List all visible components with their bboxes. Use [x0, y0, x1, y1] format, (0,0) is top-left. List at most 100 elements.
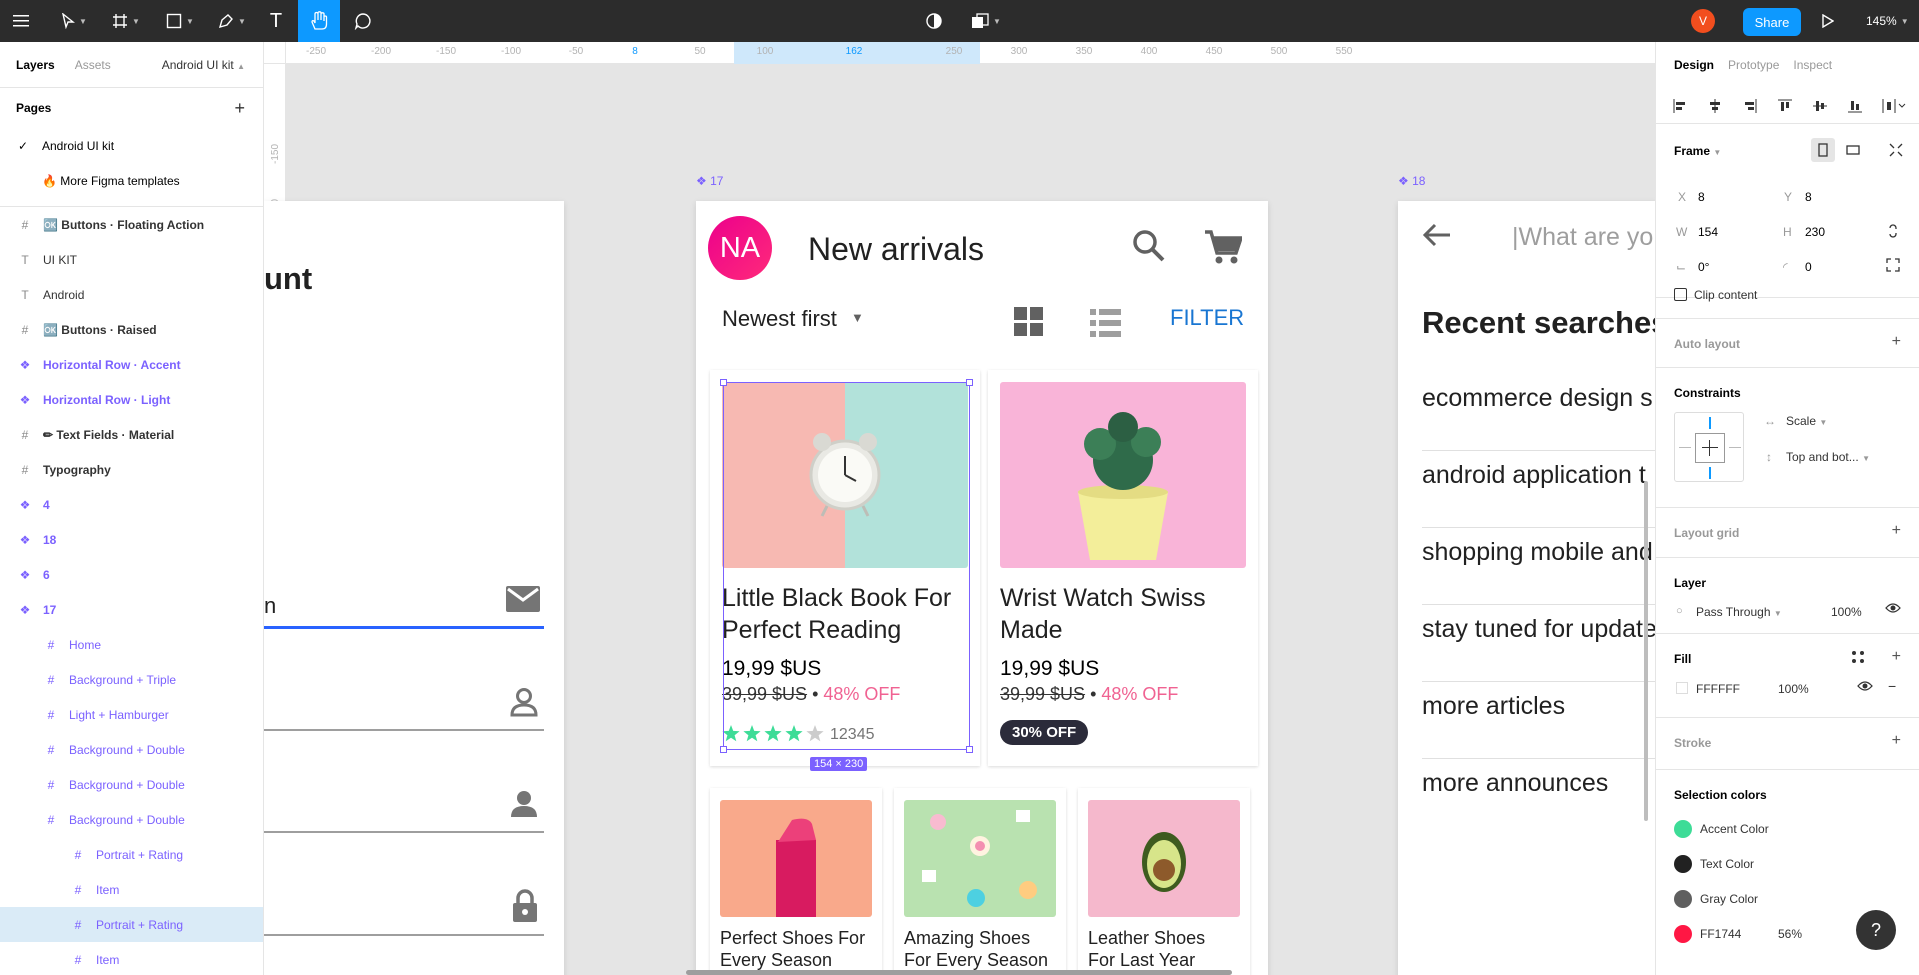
eye-icon[interactable] [1857, 680, 1873, 695]
clip-content-checkbox[interactable] [1674, 288, 1687, 301]
frame-create-account[interactable]: unt n [264, 201, 564, 975]
move-tool-icon[interactable]: ▼ [54, 0, 94, 42]
page-item-android-ui-kit[interactable]: ✓ Android UI kit [0, 128, 263, 163]
contrast-icon[interactable] [922, 0, 946, 42]
y-input[interactable]: 8 [1805, 190, 1812, 204]
constraint-right[interactable] [1729, 447, 1741, 448]
layer-row[interactable]: # Typography [0, 452, 263, 487]
constraint-center-h[interactable] [1702, 447, 1718, 448]
shape-tool-icon[interactable]: ▼ [160, 0, 200, 42]
vertical-constraint-select[interactable]: Top and bot... ▼ [1786, 450, 1870, 464]
product-card[interactable]: Leather Shoes For Last Year [1078, 788, 1250, 975]
layer-row[interactable]: # Background + Double [0, 732, 263, 767]
distribute-icon[interactable] [1880, 96, 1908, 116]
recent-search-item[interactable]: more articles [1422, 682, 1655, 759]
layer-row[interactable]: ❖ 17 [0, 592, 263, 627]
product-card[interactable]: Amazing Shoes For Every Season [894, 788, 1066, 975]
file-name-dropdown[interactable]: Android UI kit ▲ [162, 58, 245, 72]
horizontal-scrollbar[interactable] [686, 970, 1232, 975]
sort-dropdown[interactable]: Newest first ▼ [722, 306, 864, 332]
layer-row[interactable]: # ✏ Text Fields · Material [0, 417, 263, 452]
present-icon[interactable] [1818, 0, 1838, 42]
recent-search-item[interactable]: android application t [1422, 451, 1655, 528]
tab-layers[interactable]: Layers [16, 58, 55, 72]
share-button[interactable]: Share [1743, 8, 1801, 36]
list-view-icon[interactable] [1090, 309, 1122, 342]
product-card[interactable]: Wrist Watch Swiss Made 19,99 $US 39,99 $U… [988, 370, 1258, 766]
help-button[interactable]: ? [1856, 910, 1896, 950]
pen-tool-icon[interactable]: ▼ [212, 0, 252, 42]
color-swatch[interactable] [1674, 855, 1692, 873]
zoom-dropdown[interactable]: 145% ▼ [1866, 0, 1909, 42]
constrain-proportions-icon[interactable] [1888, 223, 1898, 242]
tab-assets[interactable]: Assets [75, 58, 111, 72]
layer-row[interactable]: # Portrait + Rating [0, 907, 263, 942]
blend-mode-select[interactable]: Pass Through ▼ [1696, 605, 1782, 619]
remove-fill-icon[interactable]: − [1888, 678, 1896, 694]
scrollbar[interactable] [1644, 481, 1648, 821]
page-item-more-templates[interactable]: 🔥 More Figma templates [0, 163, 263, 198]
radius-input[interactable]: 0 [1805, 260, 1812, 274]
layer-opacity-input[interactable]: 100% [1831, 605, 1862, 619]
layer-row[interactable]: # 🆗 Buttons · Floating Action [0, 207, 263, 242]
layer-row[interactable]: # Light + Hamburger [0, 697, 263, 732]
landscape-icon[interactable] [1841, 138, 1865, 162]
x-input[interactable]: 8 [1698, 190, 1705, 204]
frame-new-arrivals[interactable]: NA New arrivals Newest first ▼ FILTER Li… [696, 201, 1268, 975]
constraint-bottom[interactable] [1709, 467, 1711, 479]
width-input[interactable]: 154 [1698, 225, 1718, 239]
recent-search-item[interactable]: shopping mobile and [1422, 528, 1655, 605]
product-card[interactable]: Perfect Shoes For Every Season [710, 788, 882, 975]
layer-row[interactable]: # Background + Triple [0, 662, 263, 697]
color-swatch[interactable] [1674, 890, 1692, 908]
align-right-icon[interactable] [1740, 96, 1760, 116]
height-input[interactable]: 230 [1805, 225, 1825, 239]
align-center-v-icon[interactable] [1810, 96, 1830, 116]
layer-row[interactable]: T Android [0, 277, 263, 312]
layer-row[interactable]: ❖ 6 [0, 557, 263, 592]
layer-row[interactable]: ❖ Horizontal Row · Light [0, 382, 263, 417]
resize-to-fit-icon[interactable] [1884, 138, 1908, 162]
menu-icon[interactable] [8, 0, 34, 42]
add-fill-icon[interactable]: + [1892, 648, 1901, 666]
grid-view-icon[interactable] [1014, 307, 1044, 342]
align-top-icon[interactable] [1775, 96, 1795, 116]
cart-icon[interactable] [1204, 229, 1244, 270]
eye-icon[interactable] [1885, 602, 1901, 617]
back-arrow-icon[interactable] [1422, 223, 1452, 252]
fill-hex-input[interactable]: FFFFFF [1696, 682, 1740, 696]
add-layout-grid-icon[interactable]: + [1892, 522, 1901, 540]
layer-row[interactable]: ❖ 18 [0, 522, 263, 557]
frame-tag-17[interactable]: ❖ 17 [696, 174, 723, 188]
color-swatch[interactable] [1674, 925, 1692, 943]
layer-row[interactable]: # Item [0, 942, 263, 975]
add-auto-layout-icon[interactable]: + [1892, 333, 1901, 351]
layer-row[interactable]: ❖ 4 [0, 487, 263, 522]
canvas[interactable]: -250 -200 -150 -100 -50 8 50 100 162 250 300 350 400… [264, 42, 1655, 975]
constraint-center-v[interactable] [1709, 440, 1710, 456]
layer-row[interactable]: # 🆗 Buttons · Raised [0, 312, 263, 347]
email-field-value[interactable]: n [264, 593, 276, 619]
style-icon[interactable] [1851, 650, 1865, 667]
frame-tool-icon[interactable]: ▼ [106, 0, 146, 42]
user-avatar[interactable]: V [1691, 9, 1715, 33]
constraint-top[interactable] [1709, 417, 1711, 429]
tab-design[interactable]: Design [1674, 58, 1714, 72]
search-input[interactable]: |What are yo [1512, 223, 1653, 252]
align-bottom-icon[interactable] [1845, 96, 1865, 116]
constraint-left[interactable] [1679, 447, 1691, 448]
fill-swatch[interactable] [1676, 682, 1688, 694]
avatar[interactable]: NA [708, 216, 772, 280]
align-left-icon[interactable] [1670, 96, 1690, 116]
layer-row[interactable]: # Background + Double [0, 802, 263, 837]
components-icon[interactable]: ▼ [966, 0, 1006, 42]
constraint-widget[interactable] [1674, 412, 1744, 482]
color-swatch[interactable] [1674, 820, 1692, 838]
search-icon[interactable] [1132, 229, 1166, 268]
add-stroke-icon[interactable]: + [1892, 732, 1901, 750]
frame-tag-18[interactable]: ❖ 18 [1398, 174, 1425, 188]
independent-corners-icon[interactable] [1886, 258, 1900, 275]
tab-inspect[interactable]: Inspect [1793, 58, 1832, 72]
frame-search[interactable]: |What are yo Recent searches ecommerce d… [1398, 201, 1655, 975]
align-center-h-icon[interactable] [1705, 96, 1725, 116]
